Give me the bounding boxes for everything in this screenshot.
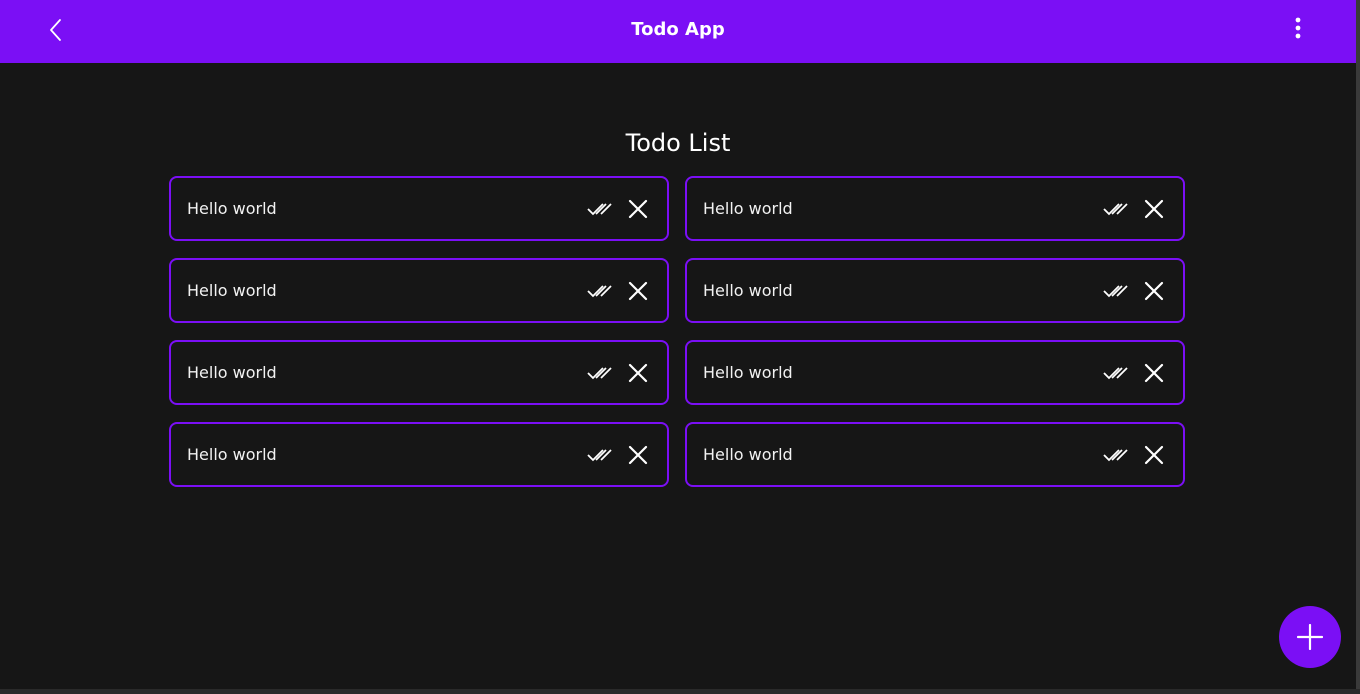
- todo-item: Hello world: [685, 340, 1185, 405]
- delete-button[interactable]: [625, 360, 651, 386]
- mark-done-button[interactable]: [1103, 278, 1129, 304]
- close-icon: [628, 281, 648, 301]
- double-check-icon: [587, 367, 612, 380]
- add-todo-button[interactable]: [1279, 606, 1341, 668]
- more-vertical-icon: [1295, 17, 1301, 39]
- todo-grid: Hello world Hello world Hello world Hell…: [169, 176, 1185, 487]
- delete-button[interactable]: [625, 442, 651, 468]
- todo-item: Hello world: [169, 258, 669, 323]
- delete-button[interactable]: [1141, 278, 1167, 304]
- double-check-icon: [1103, 449, 1128, 462]
- double-check-icon: [587, 203, 612, 216]
- window-edge-right: [1356, 0, 1360, 694]
- mark-done-button[interactable]: [587, 442, 613, 468]
- mark-done-button[interactable]: [587, 278, 613, 304]
- delete-button[interactable]: [1141, 442, 1167, 468]
- todo-item: Hello world: [685, 176, 1185, 241]
- close-icon: [1144, 199, 1164, 219]
- todo-text: Hello world: [187, 281, 277, 300]
- app-bar: Todo App: [0, 0, 1356, 63]
- delete-button[interactable]: [1141, 196, 1167, 222]
- double-check-icon: [587, 449, 612, 462]
- window-edge-bottom: [0, 689, 1360, 694]
- close-icon: [1144, 281, 1164, 301]
- todo-item: Hello world: [685, 258, 1185, 323]
- todo-text: Hello world: [187, 199, 277, 218]
- delete-button[interactable]: [625, 196, 651, 222]
- close-icon: [628, 445, 648, 465]
- todo-text: Hello world: [703, 281, 793, 300]
- page-title: Todo List: [625, 129, 731, 157]
- close-icon: [628, 199, 648, 219]
- todo-text: Hello world: [703, 199, 793, 218]
- close-icon: [628, 363, 648, 383]
- delete-button[interactable]: [625, 278, 651, 304]
- todo-item: Hello world: [169, 176, 669, 241]
- double-check-icon: [1103, 285, 1128, 298]
- more-options-button[interactable]: [1278, 8, 1318, 48]
- double-check-icon: [1103, 203, 1128, 216]
- todo-text: Hello world: [187, 363, 277, 382]
- close-icon: [1144, 445, 1164, 465]
- double-check-icon: [1103, 367, 1128, 380]
- mark-done-button[interactable]: [1103, 196, 1129, 222]
- mark-done-button[interactable]: [1103, 360, 1129, 386]
- todo-text: Hello world: [703, 445, 793, 464]
- mark-done-button[interactable]: [1103, 442, 1129, 468]
- todo-item: Hello world: [685, 422, 1185, 487]
- todo-item: Hello world: [169, 422, 669, 487]
- close-icon: [1144, 363, 1164, 383]
- mark-done-button[interactable]: [587, 196, 613, 222]
- plus-icon: [1297, 624, 1323, 650]
- todo-text: Hello world: [703, 363, 793, 382]
- app-title: Todo App: [631, 19, 725, 40]
- double-check-icon: [587, 285, 612, 298]
- delete-button[interactable]: [1141, 360, 1167, 386]
- app-window: Todo App Todo List Hello world Hello wor…: [0, 0, 1356, 689]
- mark-done-button[interactable]: [587, 360, 613, 386]
- todo-text: Hello world: [187, 445, 277, 464]
- todo-item: Hello world: [169, 340, 669, 405]
